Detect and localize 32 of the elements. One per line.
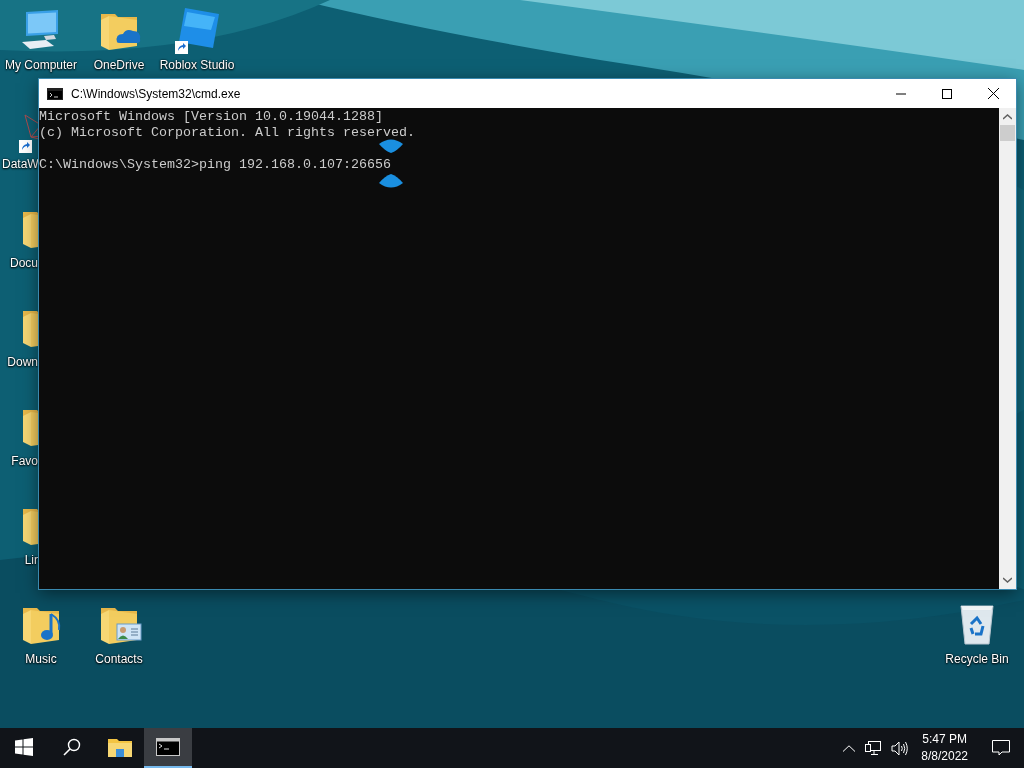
icon-label[interactable]: OneDrive — [93, 58, 145, 72]
maximize-icon — [942, 88, 952, 99]
taskbar-app-button[interactable] — [144, 728, 192, 768]
terminal-icon — [156, 738, 180, 756]
icon-label[interactable]: Down — [7, 355, 38, 369]
icon-label[interactable]: Lir — [24, 553, 38, 567]
icon-label[interactable]: Recycle Bin — [945, 652, 1009, 666]
window-title: C:\Windows\System32\cmd.exe — [71, 86, 241, 101]
windows-logo-icon — [15, 738, 33, 756]
clock[interactable]: 5:47 PM 8/8/2022 — [913, 728, 976, 768]
console-line: (c) Microsoft Corporation. All rights reserved. — [39, 125, 416, 141]
scrollbar[interactable] — [999, 108, 1016, 589]
console-line: C:\Windows\System32>ping 192.168.0.107:26656 — [39, 157, 392, 173]
selection-handle-icon — [379, 174, 403, 188]
icon-label[interactable]: DataW — [2, 157, 39, 171]
icon-label[interactable]: Docu — [10, 256, 38, 270]
icon-label[interactable]: Contacts — [95, 652, 143, 666]
selection-handle-icon — [379, 139, 403, 153]
terminal-icon — [47, 87, 63, 100]
close-icon — [987, 88, 999, 99]
scroll-thumb[interactable] — [1000, 125, 1015, 141]
shortcut-arrow-icon — [175, 41, 188, 54]
icon-label[interactable]: Music — [25, 652, 57, 666]
icon-label[interactable]: Roblox Studio — [159, 58, 235, 72]
folder-icon — [108, 737, 132, 757]
search-icon — [63, 738, 81, 756]
icon-label[interactable]: My Computer — [5, 58, 77, 72]
console-line: Microsoft Windows [Version 10.0.19044.1288] — [39, 109, 384, 125]
icon-label[interactable]: Favo — [11, 454, 38, 468]
scroll-down-icon[interactable] — [1003, 577, 1012, 583]
scroll-up-icon[interactable] — [1003, 114, 1012, 120]
shortcut-arrow-icon — [19, 140, 32, 153]
